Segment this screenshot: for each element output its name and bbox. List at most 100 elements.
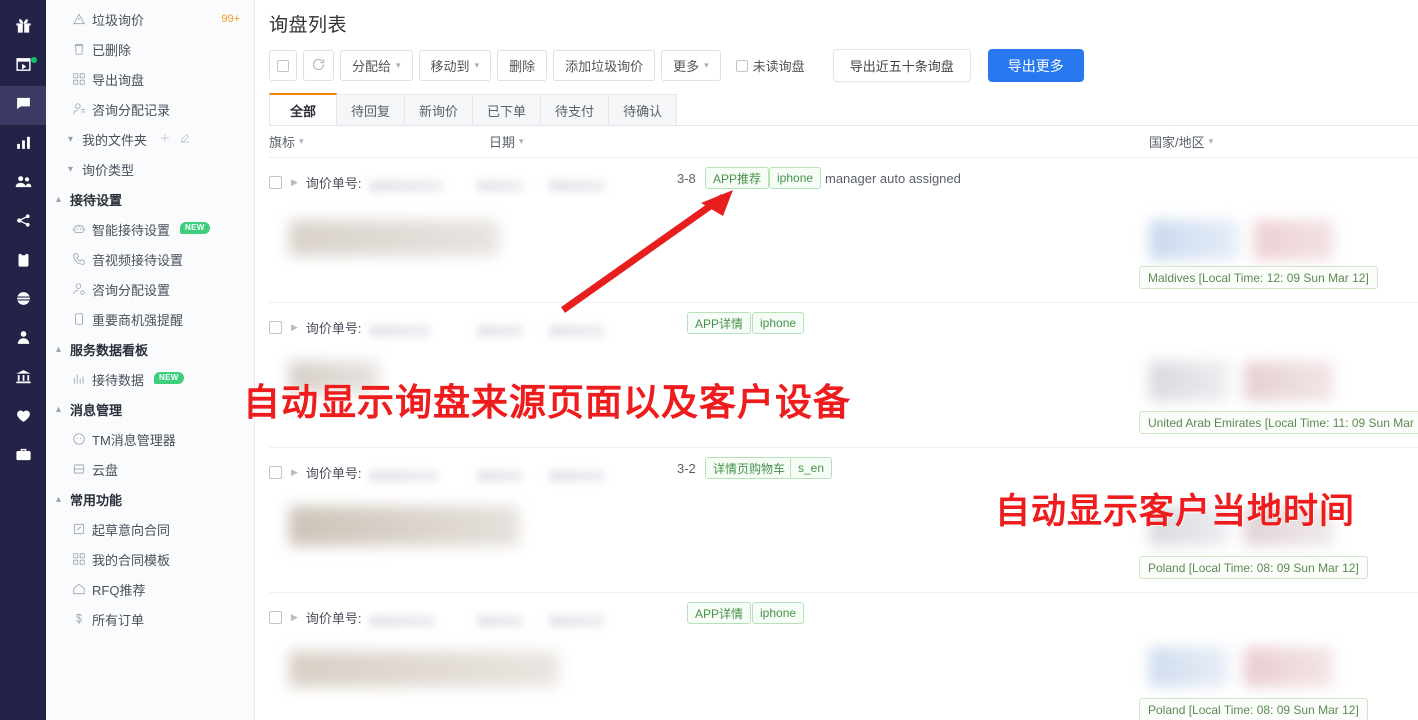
table-row[interactable]: ▶ 询价单号: APP详情 iphone Poland [Local Time:… xyxy=(269,593,1418,720)
note-icon xyxy=(72,312,92,326)
sidebar-item-draft-contract[interactable]: 起草意向合同 xyxy=(46,514,254,544)
device-tag: iphone xyxy=(752,312,805,334)
expand-row-icon[interactable]: ▶ xyxy=(291,612,298,623)
rail-item-users[interactable] xyxy=(0,164,46,203)
sidebar-item-important-alert[interactable]: 重要商机强提醒 xyxy=(46,304,254,334)
rail-item-chat[interactable] xyxy=(0,86,46,125)
more-button[interactable]: 更多 ▾ xyxy=(661,50,721,81)
location-time-badge: Poland [Local Time: 08: 09 Sun Mar 12] xyxy=(1139,556,1368,579)
rail-item-bank[interactable] xyxy=(0,359,46,398)
sidebar-item-label: 所有订单 xyxy=(92,612,145,628)
sidebar-group-message-management[interactable]: ▴ 消息管理 xyxy=(46,394,254,424)
annotation-local-time: 自动显示客户当地时间 xyxy=(995,492,1356,532)
column-header-date[interactable]: 日期 ▾ xyxy=(489,132,1149,151)
sidebar-item-assign-settings[interactable]: 咨询分配设置 xyxy=(46,274,254,304)
sidebar-group-service-dashboard[interactable]: ▴ 服务数据看板 xyxy=(46,334,254,364)
status-dot xyxy=(31,57,37,63)
tab-ordered[interactable]: 已下单 xyxy=(473,94,542,125)
sidebar-item-all-orders[interactable]: 所有订单 xyxy=(46,604,254,634)
location-time-badge: Maldives [Local Time: 12: 09 Sun Mar 12] xyxy=(1139,266,1378,289)
sidebar-item-assign-records[interactable]: 咨询分配记录 xyxy=(46,94,254,124)
export-recent-label: 导出近五十条询盘 xyxy=(849,59,954,74)
rail-item-work[interactable] xyxy=(0,437,46,476)
tab-pending-payment[interactable]: 待支付 xyxy=(541,94,610,125)
add-icon[interactable] xyxy=(159,132,171,147)
tm-icon xyxy=(72,432,92,446)
unread-filter-checkbox[interactable]: 未读询盘 xyxy=(735,56,805,75)
sidebar-item-reception-data[interactable]: 接待数据 NEW xyxy=(46,364,254,394)
tab-pending-reply[interactable]: 待回复 xyxy=(337,94,406,125)
sidebar-item-smart-reception[interactable]: 智能接待设置 NEW xyxy=(46,214,254,244)
share-icon xyxy=(15,212,32,234)
expand-row-icon[interactable]: ▶ xyxy=(291,322,298,333)
toolbar: 分配给 ▾ 移动到 ▾ 删除 添加垃圾询价 更多 ▾ 未读询盘 导出近五十条询盘… xyxy=(255,37,1418,82)
rail-item-share[interactable] xyxy=(0,203,46,242)
rail-item-gift[interactable] xyxy=(0,8,46,47)
clipboard-icon xyxy=(15,251,32,273)
export-recent-button[interactable]: 导出近五十条询盘 xyxy=(832,49,971,82)
delete-button[interactable]: 删除 xyxy=(497,50,548,81)
expand-row-icon[interactable]: ▶ xyxy=(291,177,298,188)
row-checkbox[interactable] xyxy=(269,465,282,479)
tab-new-inquiry[interactable]: 新询价 xyxy=(405,94,474,125)
heart-icon xyxy=(15,407,32,429)
sidebar-item-my-folders[interactable]: ▾ 我的文件夹 xyxy=(46,124,254,154)
refresh-button[interactable] xyxy=(303,50,334,81)
new-badge: NEW xyxy=(180,222,210,234)
sidebar-group-reception-settings[interactable]: ▴ 接待设置 xyxy=(46,184,254,214)
tab-label: 已下单 xyxy=(487,103,527,119)
gift-icon xyxy=(15,17,32,39)
sidebar-item-tm-manager[interactable]: TM消息管理器 xyxy=(46,424,254,454)
rail-item-analytics[interactable] xyxy=(0,125,46,164)
row-checkbox[interactable] xyxy=(269,175,282,189)
rail-item-tasks[interactable] xyxy=(0,242,46,281)
redacted-block xyxy=(289,220,499,256)
column-header-country[interactable]: 国家/地区 ▾ xyxy=(1149,132,1389,151)
sidebar-item-label: 我的合同模板 xyxy=(92,552,171,568)
move-to-button[interactable]: 移动到 ▾ xyxy=(418,50,492,81)
select-all-checkbox[interactable] xyxy=(269,50,297,81)
sidebar-item-contract-templates[interactable]: 我的合同模板 xyxy=(46,544,254,574)
table-row[interactable]: ▶ 询价单号: 3-8 APP推荐 iphone manager auto as… xyxy=(269,158,1418,303)
row-checkbox[interactable] xyxy=(269,610,282,624)
rail-item-favorites[interactable] xyxy=(0,398,46,437)
edit-icon[interactable] xyxy=(179,132,191,147)
tab-label: 待支付 xyxy=(555,103,595,119)
page-title: 询盘列表 xyxy=(269,15,348,36)
tab-pending-confirm[interactable]: 待确认 xyxy=(609,94,678,125)
sidebar-item-label: 重要商机强提醒 xyxy=(92,312,184,328)
chevron-down-icon: ▾ xyxy=(704,60,709,70)
rail-item-globe[interactable] xyxy=(0,281,46,320)
add-spam-button[interactable]: 添加垃圾询价 xyxy=(553,50,656,81)
sidebar-item-deleted[interactable]: 已删除 xyxy=(46,34,254,64)
chart-bar-icon xyxy=(15,134,32,156)
export-more-label: 导出更多 xyxy=(1007,57,1064,74)
sidebar-item-inquiry-type[interactable]: ▾ 询价类型 xyxy=(46,154,254,184)
row-checkbox[interactable] xyxy=(269,320,282,334)
row-date: 3-8 xyxy=(677,171,696,186)
bank-icon xyxy=(15,368,32,390)
export-more-button[interactable]: 导出更多 xyxy=(987,49,1084,82)
sidebar-group-common-functions[interactable]: ▴ 常用功能 xyxy=(46,484,254,514)
sidebar-item-label: 咨询分配记录 xyxy=(92,102,171,118)
sidebar-item-rfq-recommend[interactable]: RFQ推荐 xyxy=(46,574,254,604)
tab-all[interactable]: 全部 xyxy=(269,93,337,125)
sidebar-group-label: 消息管理 xyxy=(70,402,123,418)
rail-item-store[interactable] xyxy=(0,47,46,86)
app-rail xyxy=(0,0,46,720)
dollar-icon xyxy=(72,612,92,626)
expand-row-icon[interactable]: ▶ xyxy=(291,467,298,478)
sidebar-item-av-reception[interactable]: 音视频接待设置 xyxy=(46,244,254,274)
sidebar-item-cloud-disk[interactable]: 云盘 xyxy=(46,454,254,484)
column-header-flag[interactable]: 旗标 ▾ xyxy=(269,132,489,151)
device-tag: s_en xyxy=(790,457,833,479)
redacted-value xyxy=(477,615,523,627)
redacted-block xyxy=(1149,220,1239,260)
sidebar-item-spam[interactable]: 垃圾询价 99+ xyxy=(46,4,254,34)
sidebar-item-label: 智能接待设置 xyxy=(92,222,171,238)
assign-to-button[interactable]: 分配给 ▾ xyxy=(340,50,413,81)
rail-item-profile[interactable] xyxy=(0,320,46,359)
sidebar-item-export-inquiry[interactable]: 导出询盘 xyxy=(46,64,254,94)
device-tag: iphone xyxy=(769,167,822,189)
redacted-value xyxy=(369,180,443,192)
